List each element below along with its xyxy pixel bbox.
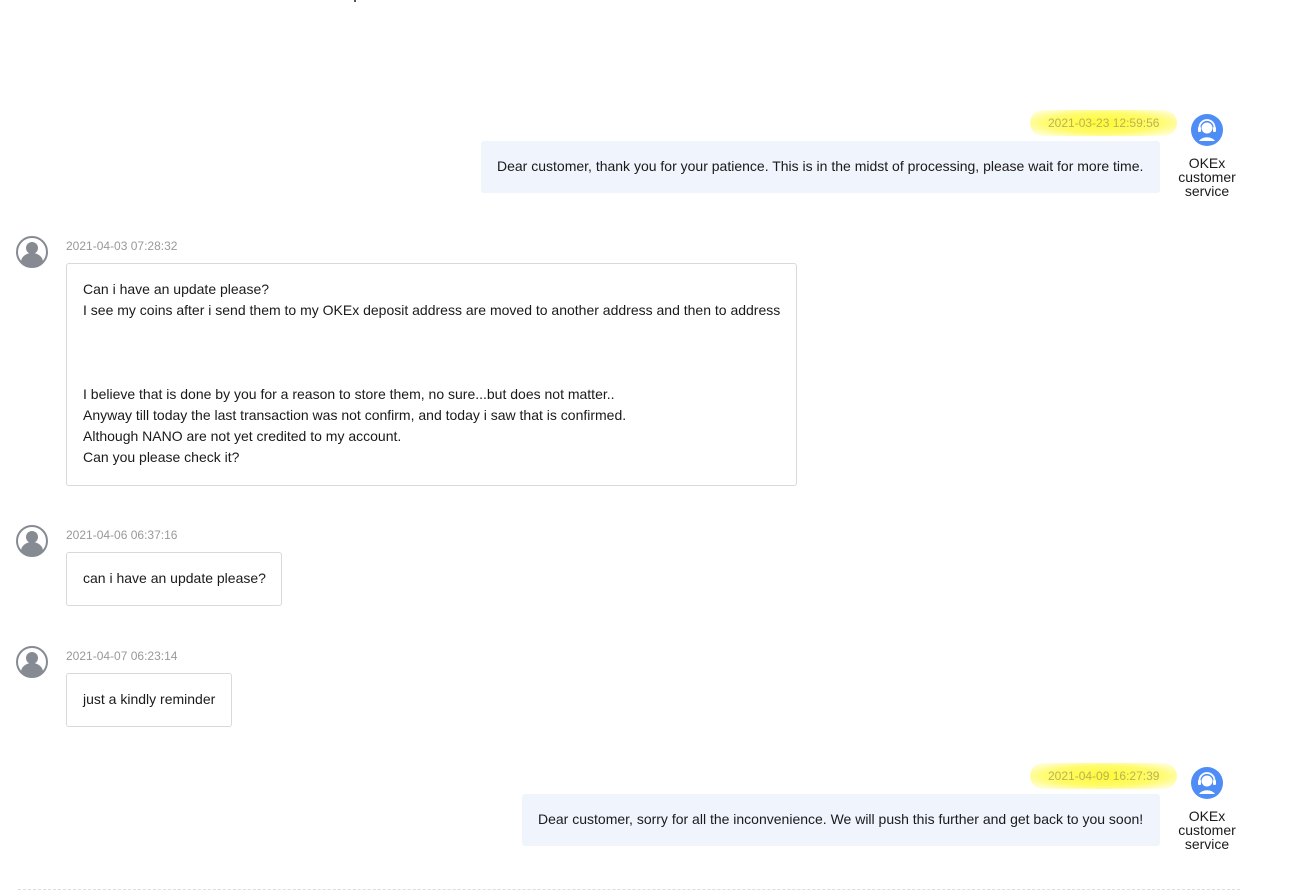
agent-name: OKEx customer service (1178, 155, 1236, 199)
agent-message-bubble: Dear customer, sorry for all the inconve… (522, 794, 1160, 846)
message-timestamp: 2021-04-03 07:28:32 (66, 239, 178, 253)
message-timestamp: 2021-03-23 12:59:56 (1030, 110, 1178, 136)
user-message-bubble: just a kindly reminder (66, 673, 232, 727)
message-timestamp: 2021-04-07 06:23:14 (66, 649, 178, 663)
agent-message-bubble: Dear customer, thank you for your patien… (481, 141, 1160, 193)
message-line: Anyway till today the last transaction w… (83, 407, 627, 423)
user-icon (16, 525, 48, 557)
message-line-blank (83, 363, 780, 384)
message-timestamp: 2021-04-06 06:37:16 (66, 528, 178, 542)
agent-name: OKEx customer service (1178, 808, 1236, 852)
message-line: Although NANO are not yet credited to my… (83, 428, 402, 444)
message-line: can i have an update please? (83, 570, 266, 586)
user-message-bubble: Can i have an update please? I see my co… (66, 263, 797, 486)
message-line: just a kindly reminder (83, 691, 216, 707)
user-icon (16, 646, 48, 678)
message-line: Can i have an update please? (83, 281, 270, 297)
message-line-blank (83, 321, 780, 342)
divider (18, 889, 1240, 890)
stray-dot (354, 0, 356, 2)
user-icon (16, 236, 48, 268)
message-line: I see my coins after i send them to my O… (83, 302, 781, 318)
message-timestamp: 2021-04-09 16:27:39 (1030, 763, 1178, 789)
message-line-blank (83, 342, 780, 363)
headset-icon (1191, 767, 1223, 799)
headset-icon (1191, 114, 1223, 146)
user-message-bubble: can i have an update please? (66, 552, 282, 606)
message-line: I believe that is done by you for a reas… (83, 386, 615, 402)
message-line: Can you please check it? (83, 449, 240, 465)
